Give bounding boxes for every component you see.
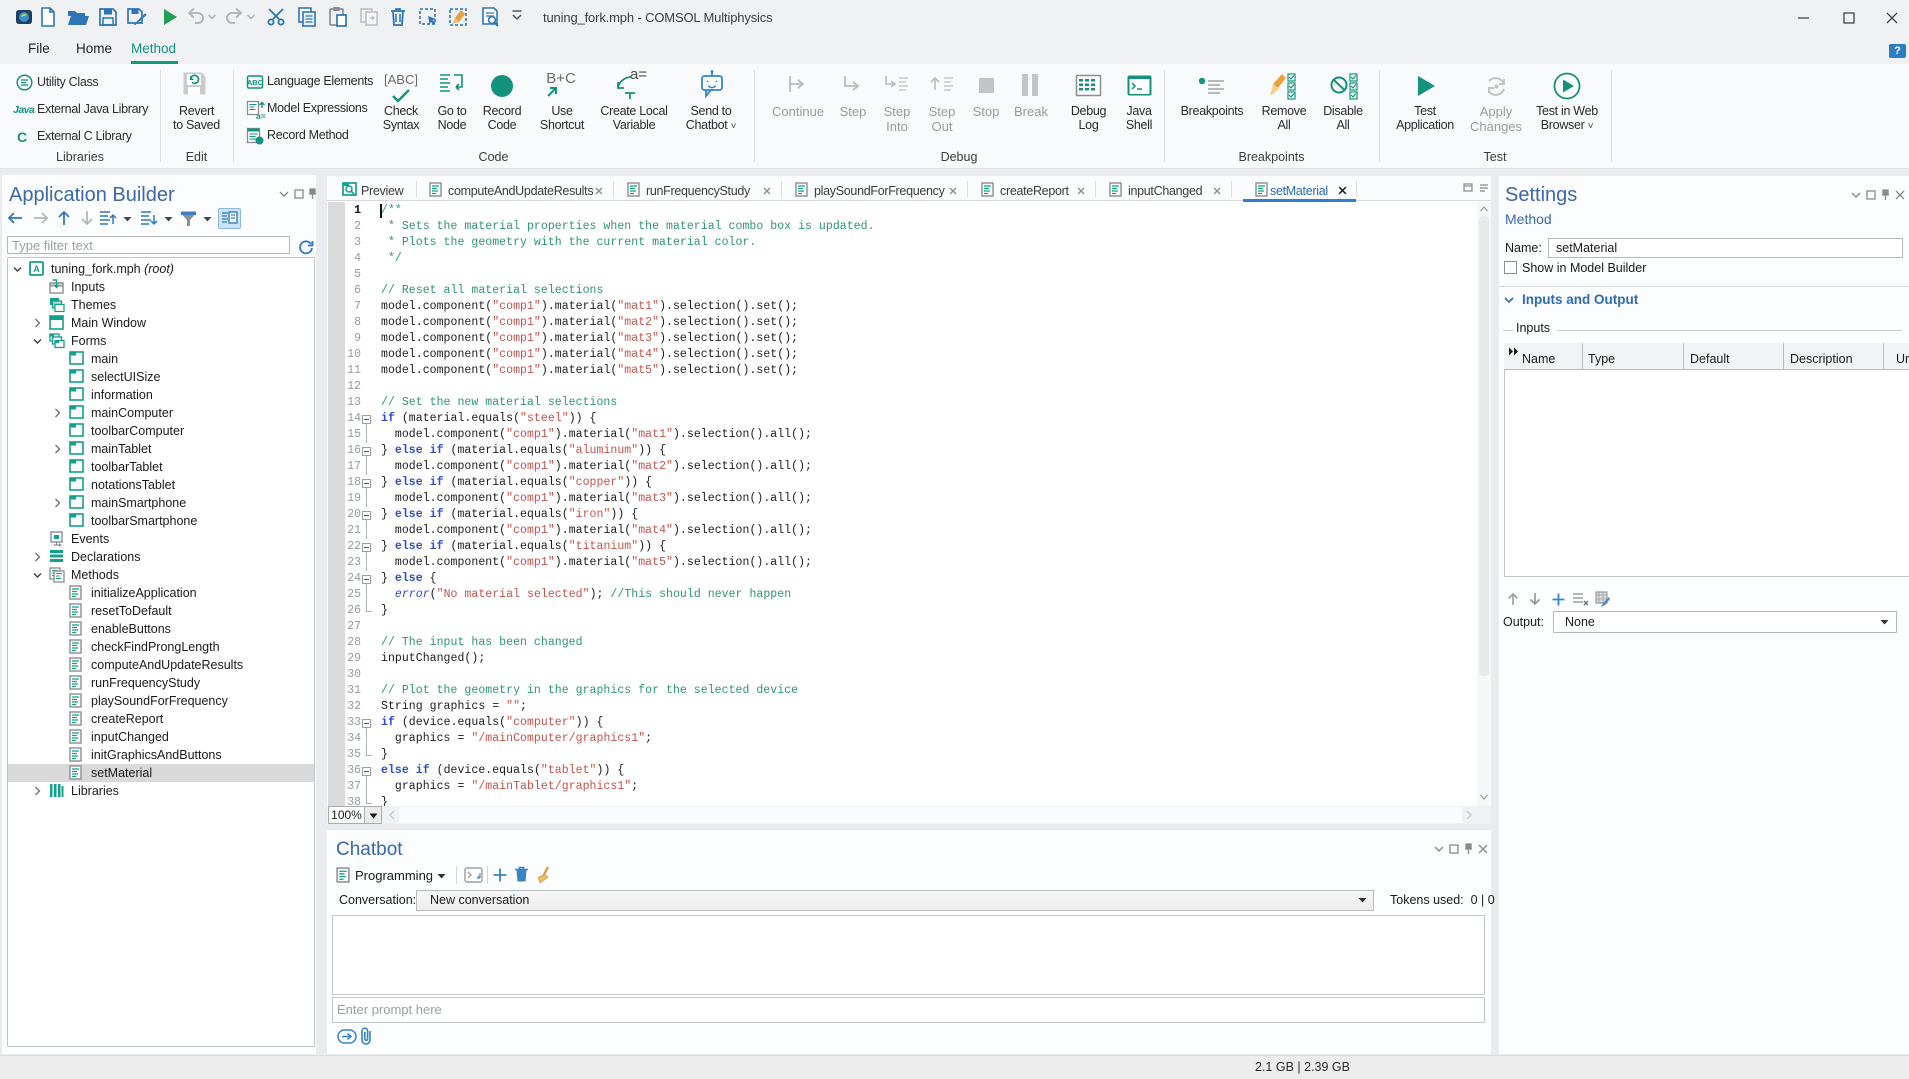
svg-text:ABC: ABC [247, 78, 264, 87]
svg-text:A: A [33, 264, 40, 274]
svg-text:a=: a= [256, 111, 266, 120]
